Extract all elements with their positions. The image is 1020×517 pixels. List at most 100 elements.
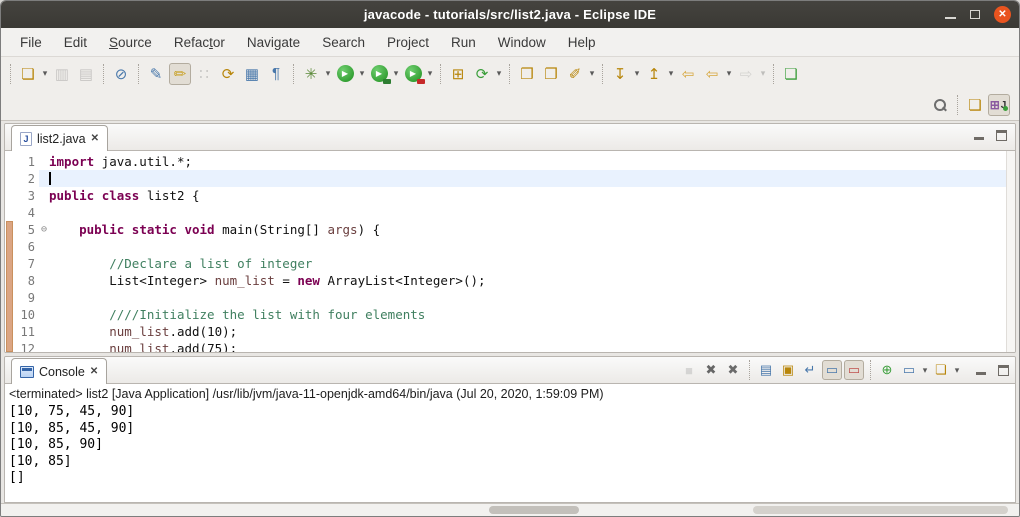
menu-window[interactable]: Window — [487, 31, 557, 54]
editor-vertical-scrollbar[interactable] — [1006, 151, 1015, 352]
toolbar-group: ✳ ▾ ▶ ▾ ▶ ▾ ▶ ▾ — [299, 63, 435, 85]
line-number-gutter[interactable]: 1 — [5, 155, 39, 169]
horizontal-scrollbar-thumb[interactable] — [489, 506, 579, 514]
pin-editor-button[interactable]: ❏ — [780, 63, 802, 85]
line-number-gutter[interactable]: 11 — [5, 325, 39, 339]
menu-refactor[interactable]: Refactor — [163, 31, 236, 54]
line-number-gutter[interactable]: 3 — [5, 189, 39, 203]
minimize-editor-button[interactable] — [974, 137, 984, 140]
menu-project[interactable]: Project — [376, 31, 440, 54]
code-text[interactable]: public class list2 { — [39, 187, 1015, 204]
open-resource-button[interactable]: ❐ — [540, 63, 562, 85]
next-annotation-dropdown[interactable]: ▾ — [632, 68, 642, 79]
close-tab-icon[interactable]: ✕ — [91, 133, 99, 144]
run-dropdown[interactable]: ▾ — [357, 68, 367, 79]
maximize-editor-button[interactable] — [996, 130, 1007, 141]
open-task-button[interactable]: ❒ — [516, 63, 538, 85]
tab-list2-java[interactable]: J list2.java ✕ — [11, 125, 109, 151]
annotate-dropdown[interactable]: ▾ — [587, 68, 597, 79]
tab-console[interactable]: Console ✕ — [11, 358, 108, 384]
code-text[interactable]: List<Integer> num_list = new ArrayList<I… — [39, 272, 1015, 289]
code-text[interactable]: //Declare a list of integer — [39, 255, 1015, 272]
pin-console-button[interactable]: ⊕ — [877, 360, 897, 380]
menu-run[interactable]: Run — [440, 31, 487, 54]
next-annotation-button[interactable]: ↧ — [609, 63, 631, 85]
line-number-gutter[interactable]: 4 — [5, 206, 39, 220]
search-button[interactable] — [929, 94, 951, 116]
line-number-gutter[interactable]: 5 ⊖ — [5, 223, 47, 237]
menu-search[interactable]: Search — [311, 31, 376, 54]
coverage-dropdown[interactable]: ▾ — [391, 68, 401, 79]
line-number-gutter[interactable]: 10 — [5, 308, 39, 322]
code-text[interactable] — [39, 238, 1015, 255]
code-text[interactable] — [39, 289, 1015, 306]
display-selected-console-button[interactable]: ▭ — [899, 360, 919, 380]
code-text[interactable]: num_list.add(75); — [39, 340, 1015, 352]
show-stdout-when-changed-button[interactable]: ▭ — [822, 360, 842, 380]
minimize-console-button[interactable] — [976, 371, 986, 375]
line-number-gutter[interactable]: 8 — [5, 274, 39, 288]
show-whitespace-button[interactable]: ¶ — [265, 63, 287, 85]
debug-dropdown[interactable]: ▾ — [323, 68, 333, 79]
menu-navigate[interactable]: Navigate — [236, 31, 311, 54]
code-text[interactable]: num_list.add(10); — [39, 323, 1015, 340]
debug-button[interactable]: ✳ — [300, 63, 322, 85]
code-text[interactable]: ////Initialize the list with four elemen… — [39, 306, 1015, 323]
menu-edit[interactable]: Edit — [53, 31, 98, 54]
maximize-console-button[interactable] — [998, 364, 1009, 376]
horizontal-scrollbar-track-segment[interactable] — [753, 506, 1008, 514]
menu-source[interactable]: Source — [98, 31, 163, 54]
open-perspective-button[interactable]: ❏ — [964, 94, 986, 116]
open-console-dropdown[interactable]: ▾ — [952, 365, 962, 376]
fold-marker-icon[interactable]: ⊖ — [41, 224, 47, 235]
new-wizard-dropdown[interactable]: ▾ — [40, 68, 50, 79]
code-text[interactable] — [39, 204, 1015, 221]
open-console-button[interactable]: ❏ — [931, 360, 951, 380]
line-number-gutter[interactable]: 2 — [5, 172, 39, 186]
save-icon: ▥ — [54, 65, 70, 83]
java-file-icon: J — [20, 131, 32, 146]
previous-annotation-button[interactable]: ↥ — [643, 63, 665, 85]
remove-launch-button[interactable]: ✖ — [701, 360, 721, 380]
new-wizard-button[interactable]: ❏ — [17, 63, 39, 85]
maximize-window-button[interactable] — [970, 10, 980, 19]
close-console-tab-icon[interactable]: ✕ — [90, 366, 98, 377]
coverage-button[interactable]: ▶ — [368, 63, 391, 85]
highlight-button[interactable]: ✏ — [169, 62, 191, 85]
minimize-window-button[interactable] — [945, 17, 956, 19]
code-text[interactable] — [39, 170, 1015, 187]
code-text[interactable]: public static void main(String[] args) { — [39, 221, 1015, 238]
back-dropdown[interactable]: ▾ — [724, 68, 734, 79]
display-selected-console-dropdown[interactable]: ▾ — [920, 365, 930, 376]
code-text[interactable]: import java.util.*; — [39, 153, 1015, 170]
back-button[interactable]: ⇦ — [701, 63, 723, 85]
show-source-of-element-button[interactable]: ▦ — [241, 63, 263, 85]
code-line-7: 7 //Declare a list of integer — [5, 255, 1015, 272]
java-perspective-button[interactable]: ⊞ J — [988, 94, 1010, 116]
last-edit-location-button[interactable]: ⇦ — [677, 63, 699, 85]
profile-button[interactable]: ▶ — [402, 63, 425, 85]
build-project-button[interactable]: ⟳ — [217, 63, 239, 85]
menu-help[interactable]: Help — [557, 31, 607, 54]
line-number-gutter[interactable]: 12 — [5, 342, 39, 353]
show-stderr-when-changed-button[interactable]: ▭ — [844, 360, 864, 380]
close-window-button[interactable]: ✕ — [994, 6, 1011, 23]
menu-file[interactable]: File — [9, 31, 53, 54]
skip-all-breakpoints-button[interactable]: ⊘ — [110, 63, 132, 85]
line-number-gutter[interactable]: 7 — [5, 257, 39, 271]
profile-dropdown[interactable]: ▾ — [425, 68, 435, 79]
line-number-gutter[interactable]: 6 — [5, 240, 39, 254]
external-tools-dropdown[interactable]: ▾ — [494, 68, 504, 79]
external-tools-button[interactable]: ⟳ — [471, 63, 493, 85]
word-wrap-button[interactable]: ↵ — [800, 360, 820, 380]
scroll-lock-button[interactable]: ▣ — [778, 360, 798, 380]
toggle-mark-occurrences-button[interactable]: ✎ — [145, 63, 167, 85]
new-java-package-button[interactable]: ⊞ — [447, 63, 469, 85]
run-button[interactable]: ▶ — [334, 63, 356, 85]
previous-annotation-dropdown[interactable]: ▾ — [666, 68, 676, 79]
annotate-button[interactable]: ✐ — [564, 63, 586, 85]
remove-all-terminated-button[interactable]: ✖ — [723, 360, 743, 380]
line-number-gutter[interactable]: 9 — [5, 291, 39, 305]
code-editor[interactable]: 1 import java.util.*; 2 3 public class list2… — [5, 151, 1015, 352]
clear-console-button[interactable]: ▤ — [756, 360, 776, 380]
